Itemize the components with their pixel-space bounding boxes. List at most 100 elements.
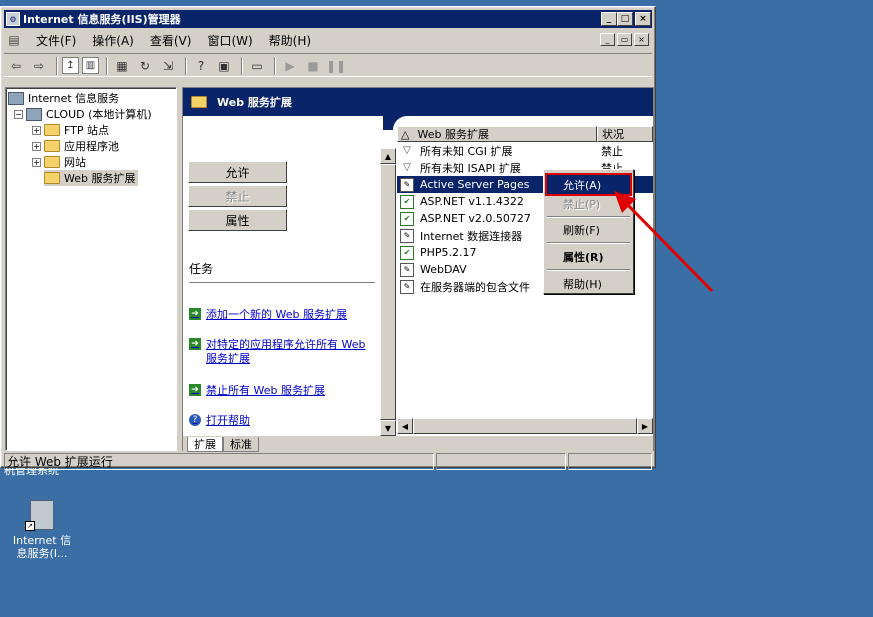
scroll-up-arrow-icon[interactable]: ▲	[380, 148, 396, 164]
scroll-down-arrow-icon[interactable]: ▼	[380, 420, 396, 436]
task-pad: 允许 禁止 属性 任务 ➔ 添加一个新的 Web 服务扩展 ➔ 对特定的应用程序…	[183, 116, 383, 448]
tree-item-label: Web 服务扩展	[64, 172, 136, 185]
desktop-icon-label-1: Internet 信	[12, 534, 72, 547]
task-open-help[interactable]: ? 打开帮助	[189, 414, 250, 428]
scroll-thumb[interactable]	[380, 164, 396, 420]
menu-separator	[547, 216, 630, 218]
scroll-right-arrow-icon[interactable]: ▶	[637, 418, 653, 434]
list-item[interactable]: ▽ 所有未知 CGI 扩展 禁止	[397, 142, 653, 159]
stop-icon[interactable]: ■	[303, 56, 323, 76]
minimize-button[interactable]: _	[601, 12, 617, 26]
extension-dll-icon: ✎	[400, 177, 414, 192]
close-button[interactable]: ×	[635, 12, 651, 26]
folder-icon	[191, 96, 207, 108]
context-allow[interactable]: 允许(A)	[545, 173, 632, 196]
task-label: 对特定的应用程序允许所有 Web 服务扩展	[206, 338, 366, 365]
console-tree: Internet 信息服务 − CLOUD (本地计算机) + FTP 站点 +…	[5, 87, 177, 451]
extension-allowed-icon: ✔	[400, 211, 414, 226]
computer-icon	[26, 107, 42, 121]
desktop-icon-iis[interactable]: ↗ Internet 信 息服务(I...	[2, 500, 82, 560]
list-item-name: PHP5.2.17	[420, 246, 477, 259]
tree-item-ftp[interactable]: + FTP 站点	[32, 122, 109, 138]
list-item-status: 禁止	[601, 144, 623, 158]
extension-allowed-icon: ✔	[400, 194, 414, 209]
filter-icon: ▽	[403, 145, 411, 156]
prohibit-button[interactable]: 禁止	[188, 185, 287, 207]
title-bar[interactable]: ⚙ Internet 信息服务(IIS)管理器 _ □ ×	[4, 10, 652, 28]
tree-item-websites[interactable]: + 网站	[32, 154, 86, 170]
vertical-scrollbar[interactable]: ▲ ▼	[380, 148, 396, 436]
help-icon[interactable]: ?	[191, 56, 211, 76]
back-arrow-icon[interactable]: ⇦	[6, 56, 26, 76]
mdi-close-button[interactable]: ×	[634, 33, 649, 46]
status-text: 允许 Web 扩展运行	[4, 453, 434, 470]
column-header-name[interactable]: △ Web 服务扩展	[397, 126, 597, 142]
action-pane-icon[interactable]: ▣	[214, 56, 234, 76]
show-tree-icon[interactable]: ▥	[82, 57, 99, 74]
task-label: 禁止所有 Web 服务扩展	[206, 384, 325, 397]
extension-dll-icon: ✎	[400, 262, 414, 277]
allow-button[interactable]: 允许	[188, 161, 287, 183]
scroll-left-arrow-icon[interactable]: ◀	[397, 418, 413, 434]
menu-separator	[547, 269, 630, 271]
task-allow-all-for-app[interactable]: ➔ 对特定的应用程序允许所有 Web 服务扩展	[189, 338, 369, 366]
task-label: 添加一个新的 Web 服务扩展	[206, 308, 347, 321]
tree-item-label: 网站	[64, 156, 86, 169]
up-folder-icon[interactable]: ↥	[62, 57, 79, 74]
tab-extended[interactable]: 扩展	[187, 436, 223, 452]
task-arrow-icon: ➔	[189, 338, 201, 350]
mmc-doc-icon[interactable]: ▤	[6, 32, 22, 48]
iis-desktop-icon: ↗	[25, 500, 54, 531]
list-item-name: 在服务器端的包含文件	[420, 280, 530, 294]
menu-view[interactable]: 查看(V)	[142, 31, 200, 49]
tab-standard[interactable]: 标准	[223, 436, 259, 452]
sort-arrow-icon: △	[401, 127, 410, 141]
menu-help[interactable]: 帮助(H)	[261, 31, 319, 49]
expand-icon[interactable]: +	[32, 157, 41, 167]
menu-file[interactable]: 文件(F)	[28, 31, 84, 49]
column-header-status-label: 状况	[602, 128, 624, 141]
tasks-label: 任务	[189, 262, 214, 276]
extension-dll-icon: ✎	[400, 279, 414, 294]
maximize-button[interactable]: □	[617, 12, 633, 26]
folder-icon	[44, 156, 60, 168]
task-prohibit-all[interactable]: ➔ 禁止所有 Web 服务扩展	[189, 384, 325, 398]
extension-allowed-icon: ✔	[400, 245, 414, 260]
hscroll-thumb[interactable]	[413, 418, 637, 434]
mdi-minimize-button[interactable]: _	[600, 33, 615, 46]
context-properties[interactable]: 属性(R)	[547, 247, 630, 266]
column-header-status[interactable]: 状况	[597, 126, 653, 142]
tree-computer[interactable]: − CLOUD (本地计算机)	[14, 106, 152, 122]
menu-separator	[547, 242, 630, 244]
list-item-name: 所有未知 ISAPI 扩展	[420, 161, 521, 175]
list-item-name: Internet 数据连接器	[420, 229, 523, 243]
menu-action[interactable]: 操作(A)	[84, 31, 142, 49]
iis-root-icon	[8, 91, 24, 105]
expand-icon[interactable]: +	[32, 125, 41, 135]
shortcut-arrow-icon: ↗	[25, 521, 35, 531]
horizontal-scrollbar[interactable]: ◀ ▶	[397, 418, 653, 434]
properties-icon[interactable]: ▦	[112, 56, 132, 76]
tree-item-app-pools[interactable]: + 应用程序池	[32, 138, 119, 154]
export-list-icon[interactable]: ⇲	[158, 56, 178, 76]
properties-button[interactable]: 属性	[188, 209, 287, 231]
collapse-icon[interactable]: −	[14, 109, 23, 119]
task-add-extension[interactable]: ➔ 添加一个新的 Web 服务扩展	[189, 308, 347, 322]
tree-root[interactable]: Internet 信息服务	[8, 90, 119, 106]
tree-item-label: 应用程序池	[64, 140, 119, 153]
forward-arrow-icon[interactable]: ⇨	[29, 56, 49, 76]
toolbar-separator	[56, 56, 58, 75]
context-prohibit[interactable]: 禁止(P)	[547, 194, 630, 213]
context-help[interactable]: 帮助(H)	[547, 274, 630, 293]
menu-window[interactable]: 窗口(W)	[199, 31, 260, 49]
view-tabs: 扩展 标准	[183, 436, 653, 452]
expand-icon[interactable]: +	[32, 141, 41, 151]
refresh-icon[interactable]: ↻	[135, 56, 155, 76]
computer-icon[interactable]: ▭	[247, 56, 267, 76]
pause-icon[interactable]: ❚❚	[326, 56, 346, 76]
tree-item-web-extensions[interactable]: Web 服务扩展	[44, 170, 139, 186]
context-refresh[interactable]: 刷新(F)	[547, 220, 630, 239]
mdi-restore-button[interactable]: ▭	[617, 33, 632, 46]
play-icon[interactable]: ▶	[280, 56, 300, 76]
list-item-name: Active Server Pages	[420, 178, 530, 191]
